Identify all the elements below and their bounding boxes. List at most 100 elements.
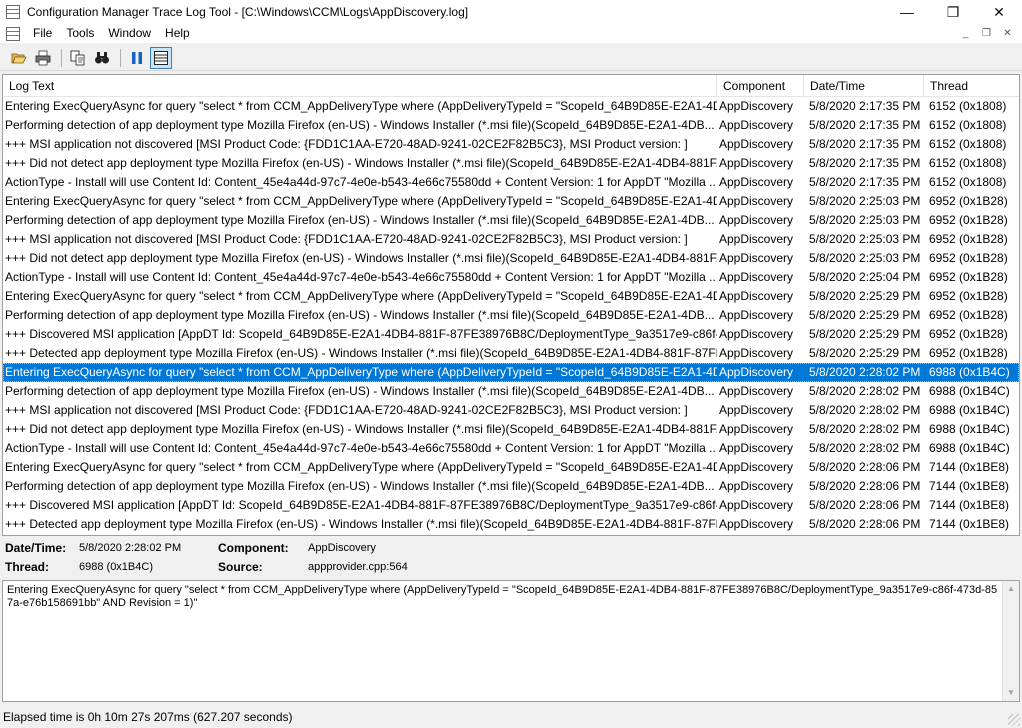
table-row[interactable]: Entering ExecQueryAsync for query "selec…	[3, 363, 1019, 382]
close-button[interactable]: ✕	[976, 0, 1022, 24]
toolbar	[0, 45, 1022, 71]
table-row[interactable]: Performing detection of app deployment t…	[3, 306, 1019, 325]
table-row[interactable]: Entering ExecQueryAsync for query "selec…	[3, 458, 1019, 477]
table-row[interactable]: +++ Did not detect app deployment type M…	[3, 420, 1019, 439]
table-row[interactable]: Performing detection of app deployment t…	[3, 116, 1019, 135]
column-header-log-text[interactable]: Log Text	[3, 75, 717, 97]
column-header-thread[interactable]: Thread	[924, 75, 1019, 97]
log-text-cell: +++ Discovered MSI application [AppDT Id…	[5, 327, 717, 341]
elapsed-time-text: Elapsed time is 0h 10m 27s 207ms (627.20…	[3, 710, 293, 724]
scroll-down-icon[interactable]: ▼	[1003, 685, 1019, 701]
table-row[interactable]: Entering ExecQueryAsync for query "selec…	[3, 192, 1019, 211]
table-row[interactable]: +++ Did not detect app deployment type M…	[3, 249, 1019, 268]
component-cell: AppDiscovery	[719, 175, 794, 189]
document-icon[interactable]	[6, 26, 20, 41]
title-bar: Configuration Manager Trace Log Tool - […	[0, 0, 1022, 24]
open-icon[interactable]	[8, 47, 30, 69]
mdi-controls: _ ❐ ✕	[955, 24, 1018, 43]
menu-file[interactable]: File	[26, 24, 59, 43]
datetime-cell: 5/8/2020 2:28:02 PM	[809, 403, 921, 417]
log-text-cell: Performing detection of app deployment t…	[5, 384, 715, 398]
thread-cell: 6152 (0x1808)	[929, 175, 1007, 189]
thread-cell: 7144 (0x1BE8)	[929, 479, 1010, 493]
component-cell: AppDiscovery	[719, 422, 794, 436]
message-text[interactable]: Entering ExecQueryAsync for query "selec…	[3, 581, 1019, 610]
status-bar: Elapsed time is 0h 10m 27s 207ms (627.20…	[0, 706, 1022, 728]
menu-help[interactable]: Help	[158, 24, 197, 43]
table-row[interactable]: +++ Detected app deployment type Mozilla…	[3, 515, 1019, 534]
pause-icon[interactable]	[126, 47, 148, 69]
table-row[interactable]: ActionType - Install will use Content Id…	[3, 173, 1019, 192]
table-row[interactable]: Entering ExecQueryAsync for query "selec…	[3, 97, 1019, 116]
datetime-cell: 5/8/2020 2:25:29 PM	[809, 346, 921, 360]
component-cell: AppDiscovery	[719, 156, 794, 170]
thread-cell: 6152 (0x1808)	[929, 99, 1007, 113]
table-row[interactable]: ActionType - Install will use Content Id…	[3, 439, 1019, 458]
datetime-cell: 5/8/2020 2:28:06 PM	[809, 479, 921, 493]
mdi-close-button[interactable]: ✕	[997, 28, 1018, 39]
log-text-cell: ActionType - Install will use Content Id…	[5, 441, 717, 455]
table-row[interactable]: Performing detection of app deployment t…	[3, 211, 1019, 230]
component-cell: AppDiscovery	[719, 384, 794, 398]
thread-cell: 6952 (0x1B28)	[929, 232, 1008, 246]
component-cell: AppDiscovery	[719, 403, 794, 417]
table-row[interactable]: +++ MSI application not discovered [MSI …	[3, 135, 1019, 154]
menu-window[interactable]: Window	[101, 24, 158, 43]
column-header-datetime[interactable]: Date/Time	[804, 75, 924, 97]
component-cell: AppDiscovery	[719, 498, 794, 512]
component-cell: AppDiscovery	[719, 251, 794, 265]
component-cell: AppDiscovery	[719, 479, 794, 493]
details-pane-icon[interactable]	[150, 46, 172, 69]
table-row[interactable]: +++ Detected app deployment type Mozilla…	[3, 344, 1019, 363]
datetime-cell: 5/8/2020 2:28:06 PM	[809, 517, 921, 531]
table-row[interactable]: +++ MSI application not discovered [MSI …	[3, 401, 1019, 420]
log-text-cell: Performing detection of app deployment t…	[5, 213, 715, 227]
datetime-cell: 5/8/2020 2:28:06 PM	[809, 498, 921, 512]
log-text-cell: +++ MSI application not discovered [MSI …	[5, 403, 688, 417]
copy-icon[interactable]	[67, 47, 89, 69]
table-row[interactable]: +++ Discovered MSI application [AppDT Id…	[3, 496, 1019, 515]
message-pane[interactable]: Entering ExecQueryAsync for query "selec…	[2, 580, 1020, 702]
component-cell: AppDiscovery	[719, 213, 794, 227]
component-cell: AppDiscovery	[719, 460, 794, 474]
message-scrollbar[interactable]: ▲ ▼	[1002, 581, 1019, 701]
restore-button[interactable]: ❐	[930, 0, 976, 24]
thread-cell: 6952 (0x1B28)	[929, 327, 1008, 341]
component-cell: AppDiscovery	[719, 308, 794, 322]
log-text-cell: Performing detection of app deployment t…	[5, 479, 715, 493]
find-icon[interactable]	[91, 47, 113, 69]
datetime-cell: 5/8/2020 2:25:29 PM	[809, 289, 921, 303]
thread-cell: 6152 (0x1808)	[929, 156, 1007, 170]
log-list[interactable]: Log Text Component Date/Time Thread Ente…	[2, 74, 1020, 536]
column-header-component[interactable]: Component	[717, 75, 804, 97]
log-text-cell: +++ Detected app deployment type Mozilla…	[5, 346, 717, 360]
log-text-cell: +++ Did not detect app deployment type M…	[5, 251, 717, 265]
scroll-up-icon[interactable]: ▲	[1003, 581, 1019, 597]
table-row[interactable]: +++ Discovered MSI application [AppDT Id…	[3, 325, 1019, 344]
log-text-cell: Entering ExecQueryAsync for query "selec…	[5, 460, 717, 474]
minimize-button[interactable]: —	[884, 0, 930, 24]
thread-cell: 6952 (0x1B28)	[929, 270, 1008, 284]
mdi-minimize-button[interactable]: _	[955, 28, 976, 39]
print-icon[interactable]	[32, 47, 54, 69]
component-cell: AppDiscovery	[719, 118, 794, 132]
table-row[interactable]: +++ MSI application not discovered [MSI …	[3, 230, 1019, 249]
table-row[interactable]: Performing detection of app deployment t…	[3, 382, 1019, 401]
mdi-restore-button[interactable]: ❐	[976, 28, 997, 39]
log-text-cell: Performing detection of app deployment t…	[5, 118, 715, 132]
datetime-cell: 5/8/2020 2:28:06 PM	[809, 460, 921, 474]
thread-cell: 6952 (0x1B28)	[929, 194, 1008, 208]
table-row[interactable]: +++ Did not detect app deployment type M…	[3, 154, 1019, 173]
component-cell: AppDiscovery	[719, 346, 794, 360]
datetime-cell: 5/8/2020 2:25:04 PM	[809, 270, 921, 284]
component-value: AppDiscovery	[308, 542, 376, 554]
datetime-cell: 5/8/2020 2:25:03 PM	[809, 232, 921, 246]
datetime-value: 5/8/2020 2:28:02 PM	[79, 542, 182, 554]
table-row[interactable]: Performing detection of app deployment t…	[3, 477, 1019, 496]
table-row[interactable]: Entering ExecQueryAsync for query "selec…	[3, 287, 1019, 306]
thread-cell: 6152 (0x1808)	[929, 118, 1007, 132]
datetime-cell: 5/8/2020 2:17:35 PM	[809, 137, 921, 151]
menu-tools[interactable]: Tools	[59, 24, 101, 43]
table-row[interactable]: ActionType - Install will use Content Id…	[3, 268, 1019, 287]
resize-grip-icon[interactable]	[1008, 714, 1020, 726]
